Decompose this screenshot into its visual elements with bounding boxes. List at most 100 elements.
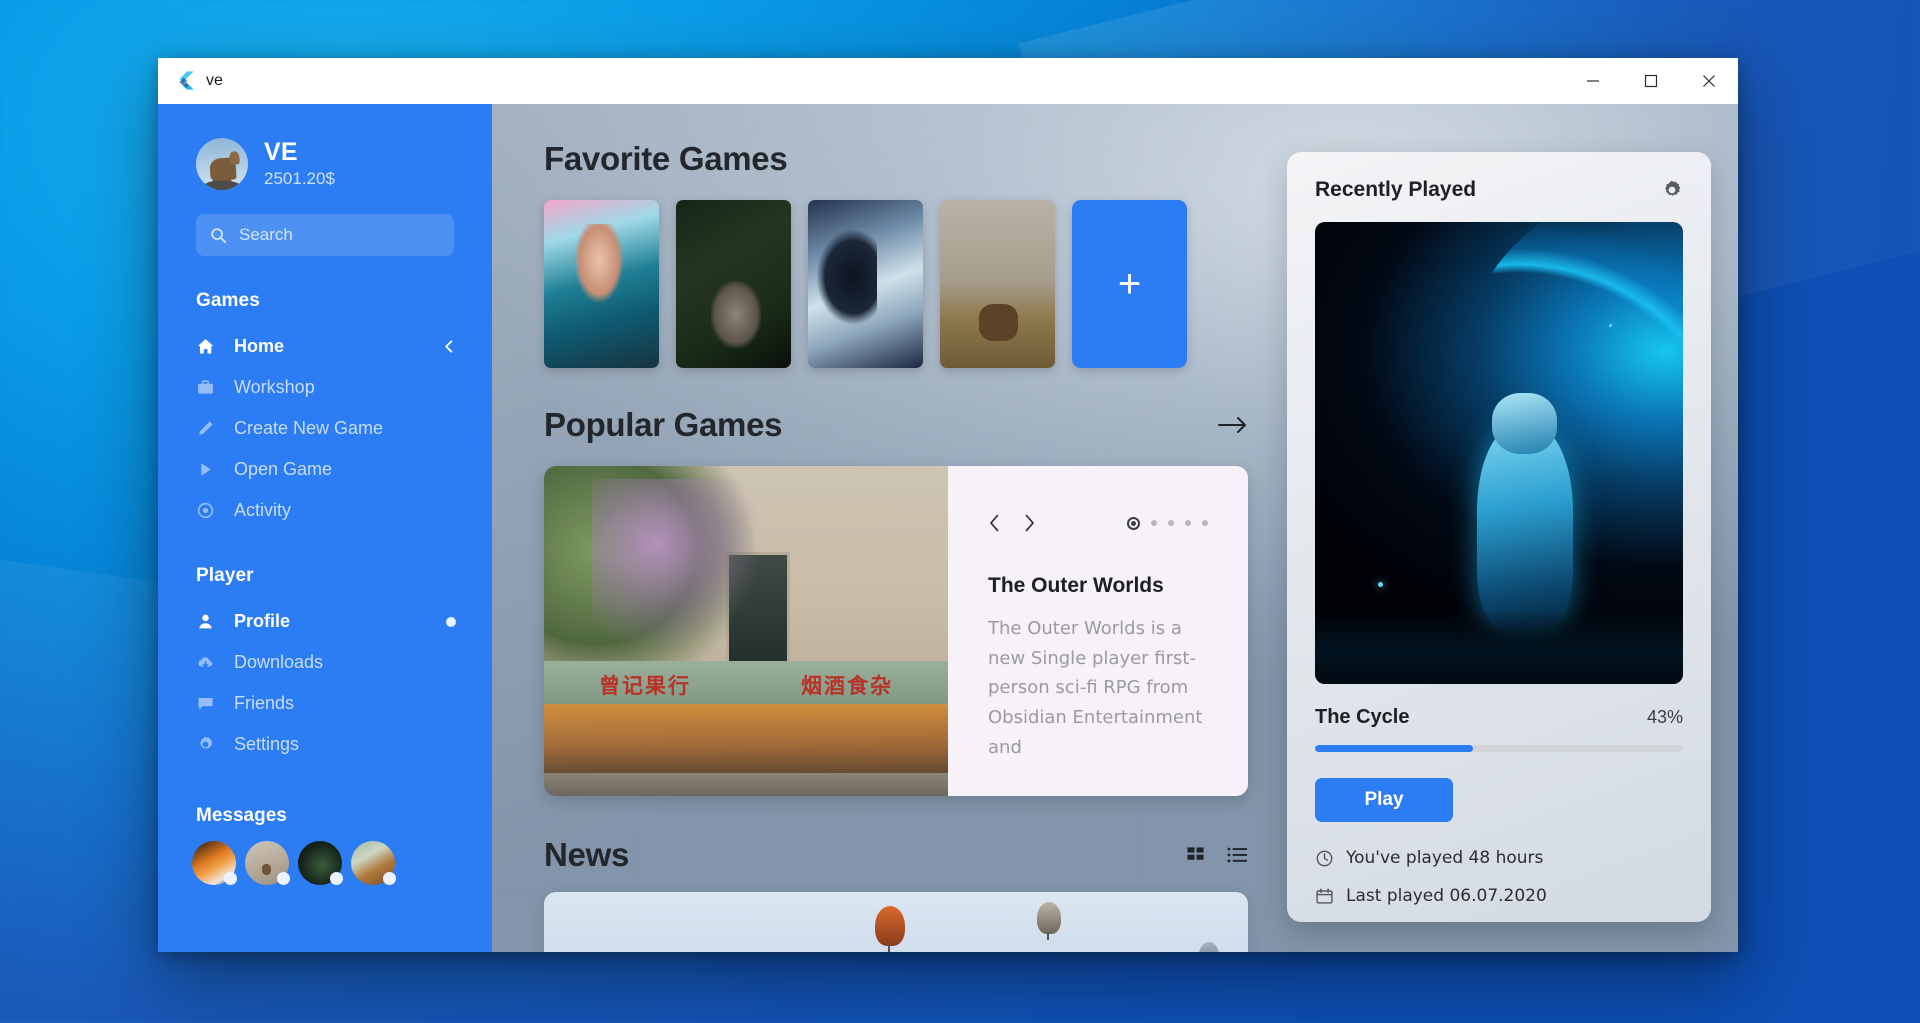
briefcase-icon xyxy=(196,378,222,397)
flutter-logo-icon xyxy=(174,70,196,92)
sidebar-profile[interactable]: VE 2501.20$ xyxy=(158,138,492,190)
last-played-text: Last played 06.07.2020 xyxy=(1346,886,1547,906)
carousel-next-button[interactable] xyxy=(1023,514,1036,532)
online-indicator xyxy=(277,872,290,885)
online-indicator xyxy=(383,872,396,885)
sidebar-item-friends[interactable]: Friends xyxy=(158,683,492,724)
close-button[interactable] xyxy=(1680,58,1738,104)
sidebar-section-games-title: Games xyxy=(196,290,492,312)
anime-headphones-thumbnail[interactable] xyxy=(808,200,923,368)
progress-bar-fill xyxy=(1315,745,1473,752)
carousel-dot[interactable] xyxy=(1168,520,1174,526)
window-titlebar[interactable]: ve xyxy=(158,58,1738,104)
sidebar-item-label: Profile xyxy=(234,611,290,632)
person-icon xyxy=(196,612,222,631)
sidebar-section-player-title: Player xyxy=(196,565,492,587)
maximize-button[interactable] xyxy=(1622,58,1680,104)
sidebar-item-label: Open Game xyxy=(234,459,332,480)
sidebar-item-workshop[interactable]: Workshop xyxy=(158,367,492,408)
played-hours-stat: You've played 48 hours xyxy=(1315,848,1683,868)
app-window: ve VE 2501.20$ xyxy=(158,58,1738,952)
chat-bubble-icon xyxy=(196,694,222,713)
sign-text-right: 烟酒食杂 xyxy=(801,670,893,700)
main-content: Favorite Games + Popular Games xyxy=(492,104,1738,952)
street-market-thumbnail[interactable]: 曾记果行 烟酒食杂 xyxy=(544,466,948,796)
sidebar-item-home[interactable]: Home xyxy=(158,326,492,367)
list-view-icon[interactable] xyxy=(1227,846,1248,865)
gear-icon[interactable] xyxy=(1661,179,1683,201)
sidebar-item-label: Friends xyxy=(234,693,294,714)
sidebar-item-label: Settings xyxy=(234,734,299,755)
search-input[interactable]: Search xyxy=(196,214,454,256)
portrait-thumbnail[interactable] xyxy=(544,200,659,368)
popular-games-header: Popular Games xyxy=(544,406,1248,444)
target-icon xyxy=(196,501,222,520)
window-controls xyxy=(1564,58,1738,104)
clock-icon xyxy=(1315,849,1334,868)
sidebar: VE 2501.20$ Search Games H xyxy=(158,104,492,952)
sidebar-item-open-game[interactable]: Open Game xyxy=(158,449,492,490)
play-button[interactable]: Play xyxy=(1315,778,1453,822)
grid-view-icon[interactable] xyxy=(1186,846,1205,865)
wolf-avatar[interactable] xyxy=(196,138,248,190)
dark-forest-avatar[interactable] xyxy=(298,841,342,885)
profile-name: VE xyxy=(264,139,335,167)
popular-games-carousel: 曾记果行 烟酒食杂 xyxy=(544,466,1248,796)
cloud-download-icon xyxy=(196,653,222,672)
carousel-detail-panel: The Outer Worlds The Outer Worlds is a n… xyxy=(948,466,1248,796)
chevron-left-icon[interactable] xyxy=(443,340,456,353)
news-header: News xyxy=(544,836,1248,874)
sign-text-left: 曾记果行 xyxy=(599,670,691,700)
window-body: VE 2501.20$ Search Games H xyxy=(158,104,1738,952)
pencil-icon xyxy=(196,419,222,438)
leopard-avatar[interactable] xyxy=(351,841,395,885)
balloon-shape xyxy=(1199,942,1219,952)
sidebar-item-create-new-game[interactable]: Create New Game xyxy=(158,408,492,449)
sidebar-item-profile[interactable]: Profile xyxy=(158,601,492,642)
search-placeholder: Search xyxy=(239,225,293,245)
sidebar-item-activity[interactable]: Activity xyxy=(158,490,492,531)
online-indicator xyxy=(330,872,343,885)
sidebar-item-settings[interactable]: Settings xyxy=(158,724,492,765)
profile-balance: 2501.20$ xyxy=(264,169,335,189)
recently-played-panel: Recently Played The xyxy=(1287,152,1711,922)
kitten-thumbnail[interactable] xyxy=(676,200,791,368)
sidebar-item-label: Activity xyxy=(234,500,291,521)
recently-played-header: Recently Played xyxy=(1315,178,1683,202)
sidebar-item-label: Downloads xyxy=(234,652,323,673)
arrow-right-icon[interactable] xyxy=(1218,416,1248,434)
sidebar-item-label: Workshop xyxy=(234,377,315,398)
balloon-shape xyxy=(1037,902,1061,934)
carousel-dot[interactable] xyxy=(1185,520,1191,526)
carousel-dots xyxy=(1127,517,1208,530)
carousel-game-description: The Outer Worlds is a new Single player … xyxy=(988,614,1208,762)
tiger-avatar[interactable] xyxy=(192,841,236,885)
gear-icon xyxy=(196,735,222,754)
played-hours-text: You've played 48 hours xyxy=(1346,848,1543,868)
add-favorite-game-button[interactable]: + xyxy=(1072,200,1187,368)
carousel-dot[interactable] xyxy=(1151,520,1157,526)
sidebar-item-label: Home xyxy=(234,336,284,357)
play-triangle-icon xyxy=(196,460,222,479)
sidebar-item-downloads[interactable]: Downloads xyxy=(158,642,492,683)
news-title: News xyxy=(544,836,629,874)
news-view-toggles xyxy=(1186,846,1248,865)
last-played-stat: Last played 06.07.2020 xyxy=(1315,886,1683,906)
messages-avatar-row xyxy=(158,841,492,885)
recently-played-game-title: The Cycle xyxy=(1315,706,1409,729)
carousel-prev-button[interactable] xyxy=(988,514,1001,532)
progress-percent-label: 43% xyxy=(1647,707,1683,728)
light-spark xyxy=(1378,582,1383,587)
carousel-dot[interactable] xyxy=(1202,520,1208,526)
messages-title: Messages xyxy=(196,805,492,827)
carousel-dot-active[interactable] xyxy=(1127,517,1140,530)
progress-bar xyxy=(1315,745,1683,752)
astronaut-planet-artwork[interactable] xyxy=(1315,222,1683,684)
minimize-button[interactable] xyxy=(1564,58,1622,104)
home-icon xyxy=(196,337,222,356)
deer-avatar[interactable] xyxy=(245,841,289,885)
hot-air-balloons-thumbnail[interactable] xyxy=(544,892,1248,952)
carousel-controls xyxy=(988,514,1208,532)
horse-thumbnail[interactable] xyxy=(940,200,1055,368)
window-title: ve xyxy=(206,72,223,90)
